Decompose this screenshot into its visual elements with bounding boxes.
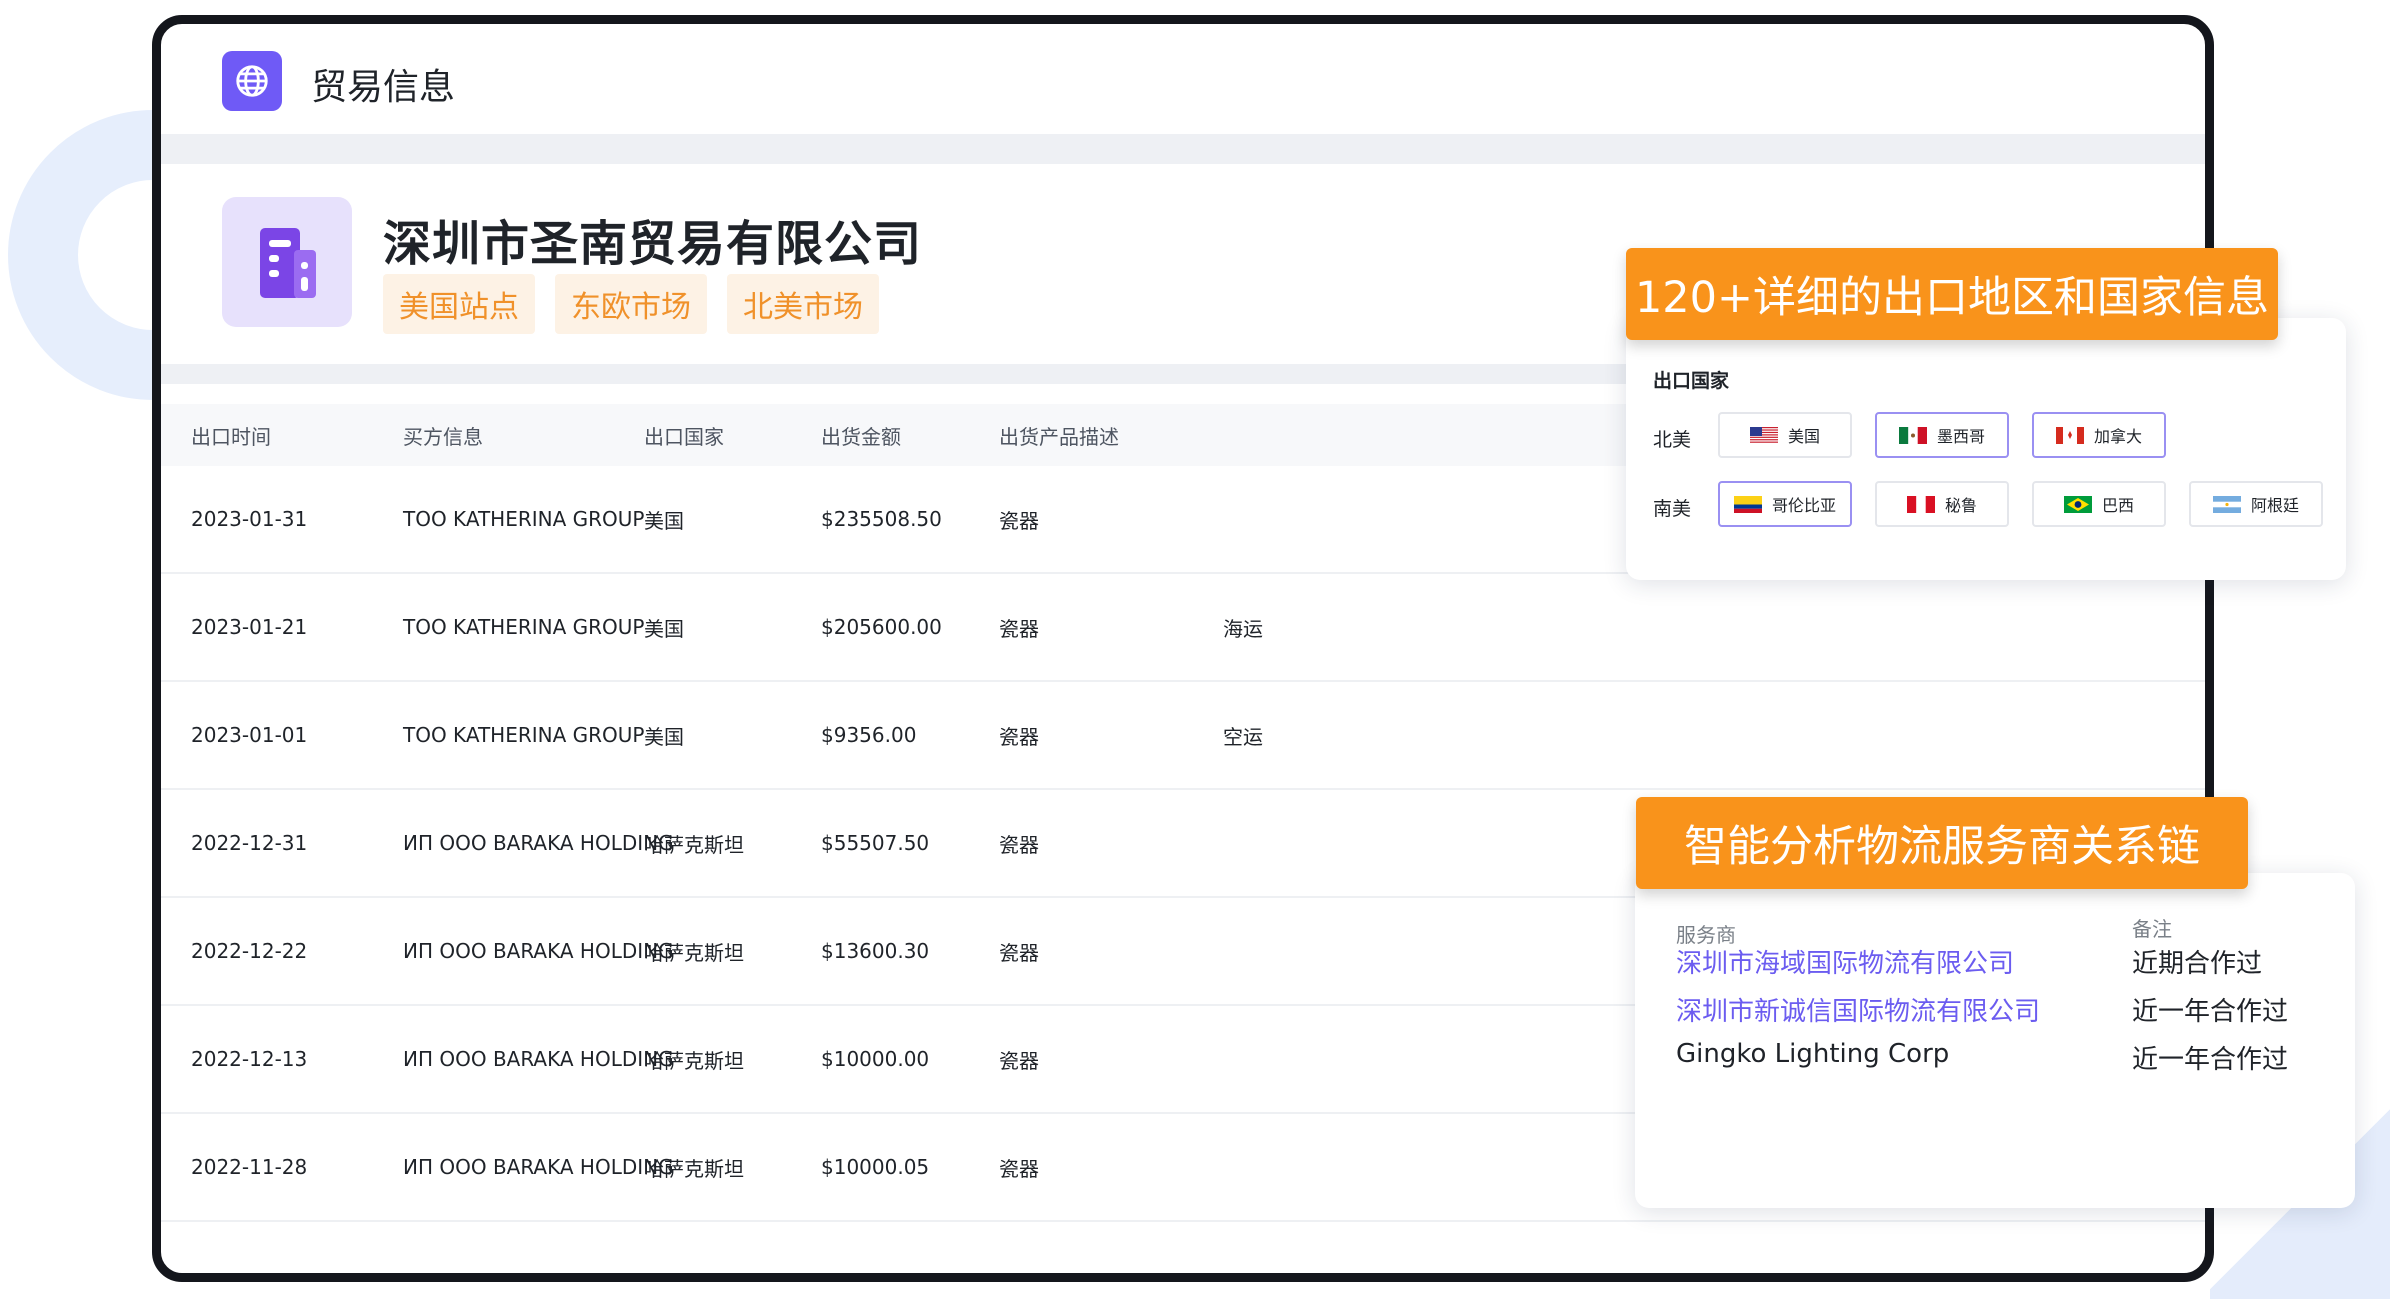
provider-name[interactable]: 深圳市海域国际物流有限公司 (1676, 943, 2014, 980)
cell-amount: $235508.50 (821, 507, 942, 531)
country-chip[interactable]: 加拿大 (2032, 412, 2166, 458)
provider-note: 近一年合作过 (2132, 997, 2289, 1027)
tag-east-europe[interactable]: 东欧市场 (555, 274, 707, 334)
region-label: 南美 (1653, 498, 1692, 520)
flag-br-icon (2063, 495, 2092, 513)
app-title: 贸易信息 (311, 67, 456, 108)
cell-amount: $10000.00 (821, 1047, 930, 1071)
cell-amount: $10000.05 (821, 1155, 930, 1179)
building-icon (222, 197, 352, 327)
cell-product: 瓷器 (999, 832, 1039, 857)
col-export-time: 出口时间 (191, 424, 271, 449)
country-chip[interactable]: 阿根廷 (2189, 481, 2323, 527)
cell-amount: $9356.00 (821, 723, 917, 747)
section-divider (161, 134, 2205, 164)
note-header: 备注 (2132, 917, 2172, 941)
cell-date: 2022-12-13 (191, 1047, 308, 1071)
country-name: 巴西 (2101, 496, 2134, 515)
col-buyer: 买方信息 (403, 424, 483, 449)
country-chip[interactable]: 哥伦比亚 (1718, 481, 1852, 527)
cell-product: 瓷器 (999, 616, 1039, 641)
cell-buyer: ИП ООО BARAKA HOLDING (403, 831, 674, 855)
cell-amount: $55507.50 (821, 831, 930, 855)
cell-buyer: ИП ООО BARAKA HOLDING (403, 939, 674, 963)
company-name: 深圳市圣南贸易有限公司 (383, 216, 923, 272)
logistics-panel: 服务商 备注 深圳市海域国际物流有限公司 近期合作过 深圳市新诚信国际物流有限公司近… (1635, 873, 2355, 1208)
region-label: 北美 (1653, 429, 1692, 451)
flag-us-icon (1749, 426, 1778, 444)
country-name: 墨西哥 (1936, 427, 1985, 446)
cell-amount: $205600.00 (821, 615, 942, 639)
country-chip[interactable]: 墨西哥 (1875, 412, 2009, 458)
country-name: 阿根廷 (2250, 496, 2299, 515)
cell-amount: $13600.30 (821, 939, 930, 963)
cell-product: 瓷器 (999, 724, 1039, 749)
country-chip[interactable]: 秘鲁 (1875, 481, 2009, 527)
export-countries-panel: 出口国家 北美 南美 美国 墨西哥 加拿大哥伦比亚 秘鲁 巴西 阿根廷 (1626, 318, 2346, 580)
cell-shipping-mode: 空运 (1223, 724, 1263, 749)
cell-buyer: ИП ООО BARAKA HOLDING (403, 1155, 674, 1179)
cell-date: 2023-01-31 (191, 507, 308, 531)
flag-ca-icon (2055, 426, 2084, 444)
countries-callout: 120+详细的出口地区和国家信息 (1626, 248, 2278, 340)
cell-country: 哈萨克斯坦 (644, 940, 744, 965)
flag-pe-icon (1906, 495, 1935, 513)
country-chip[interactable]: 巴西 (2032, 481, 2166, 527)
cell-date: 2022-11-28 (191, 1155, 308, 1179)
cell-product: 瓷器 (999, 1156, 1039, 1181)
country-chip[interactable]: 美国 (1718, 412, 1852, 458)
cell-date: 2022-12-31 (191, 831, 308, 855)
country-name: 哥伦比亚 (1771, 496, 1836, 515)
cell-buyer: TOO KATHERINA GROUP (403, 507, 645, 531)
flag-mx-icon (1898, 426, 1927, 444)
top-bar: 贸易信息 (161, 24, 2205, 134)
col-amount: 出货金额 (821, 424, 901, 449)
provider-name[interactable]: 深圳市新诚信国际物流有限公司 (1676, 991, 2040, 1028)
cell-shipping-mode: 海运 (1223, 616, 1263, 641)
globe-icon (222, 51, 282, 111)
cell-buyer: TOO KATHERINA GROUP (403, 615, 645, 639)
cell-country: 美国 (644, 508, 684, 533)
provider-name: Gingko Lighting Corp (1676, 1039, 1950, 1069)
tag-us-site[interactable]: 美国站点 (383, 274, 535, 334)
cell-date: 2022-12-22 (191, 939, 308, 963)
cell-country: 美国 (644, 616, 684, 641)
flag-ar-icon (2212, 495, 2241, 513)
cell-country: 哈萨克斯坦 (644, 1156, 744, 1181)
cell-country: 哈萨克斯坦 (644, 1048, 744, 1073)
country-name: 加拿大 (2093, 427, 2142, 446)
provider-note: 近一年合作过 (2132, 1045, 2289, 1075)
country-name: 美国 (1787, 427, 1820, 446)
country-name: 秘鲁 (1944, 496, 1977, 515)
flag-co-icon (1733, 495, 1762, 513)
panel-title: 出口国家 (1653, 370, 1730, 392)
logistics-callout: 智能分析物流服务商关系链 (1636, 797, 2248, 889)
company-tags: 美国站点 东欧市场 北美市场 (383, 274, 879, 334)
col-country: 出口国家 (644, 424, 724, 449)
cell-buyer: ИП ООО BARAKA HOLDING (403, 1047, 674, 1071)
cell-country: 美国 (644, 724, 684, 749)
provider-note: 近期合作过 (2132, 949, 2263, 979)
cell-buyer: TOO KATHERINA GROUP (403, 723, 645, 747)
cell-country: 哈萨克斯坦 (644, 832, 744, 857)
cell-product: 瓷器 (999, 1048, 1039, 1073)
table-row[interactable]: 2023-01-01 TOO KATHERINA GROUP 美国 $9356.00 瓷… (161, 682, 2205, 790)
col-product: 出货产品描述 (999, 424, 1119, 449)
cell-date: 2023-01-01 (191, 723, 308, 747)
cell-product: 瓷器 (999, 508, 1039, 533)
table-row[interactable]: 2023-01-21 TOO KATHERINA GROUP 美国 $205600.0… (161, 574, 2205, 682)
cell-product: 瓷器 (999, 940, 1039, 965)
tag-north-america[interactable]: 北美市场 (727, 274, 879, 334)
cell-date: 2023-01-21 (191, 615, 308, 639)
